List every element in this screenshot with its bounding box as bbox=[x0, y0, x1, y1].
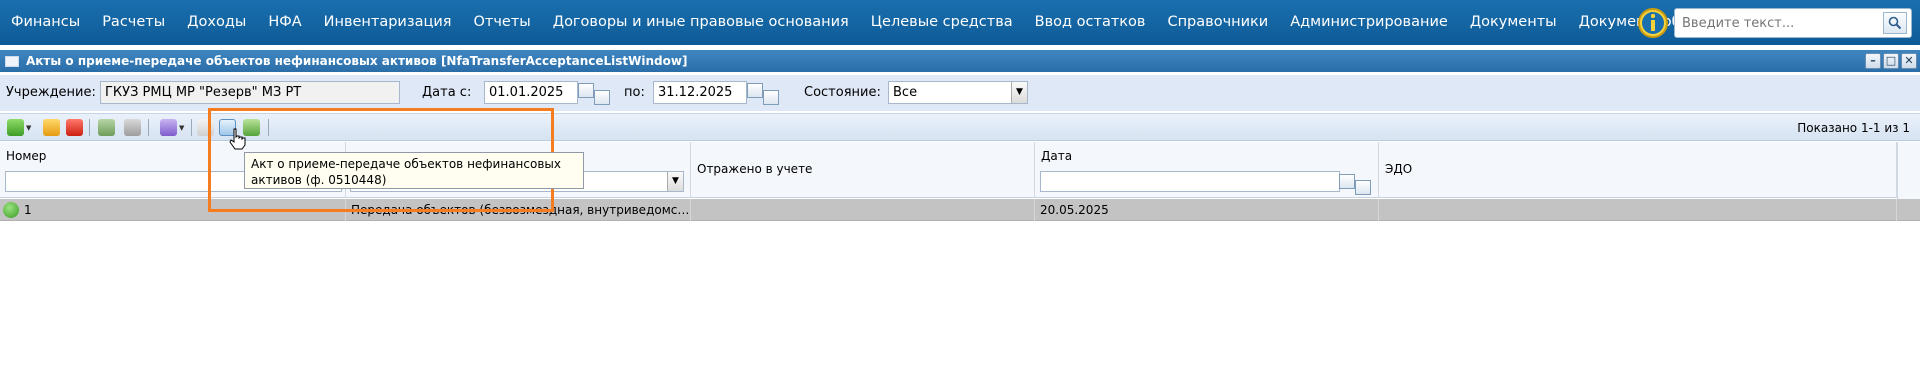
column-edo-title: ЭДО bbox=[1385, 162, 1413, 176]
chevron-down-icon[interactable]: ▼ bbox=[1011, 82, 1027, 103]
search-button[interactable] bbox=[1883, 12, 1907, 34]
nav-item-target-funds[interactable]: Целевые средства bbox=[860, 0, 1024, 45]
clear-date-icon[interactable] bbox=[594, 90, 610, 105]
maximize-button[interactable]: □ bbox=[1883, 53, 1899, 69]
nav-item-payments[interactable]: Расчеты bbox=[91, 0, 176, 45]
nav-item-income[interactable]: Доходы bbox=[176, 0, 257, 45]
date-from-label: Дата с: bbox=[422, 85, 472, 100]
window-controls: – □ ✕ bbox=[1865, 53, 1917, 69]
state-select-value: Все bbox=[893, 85, 918, 100]
grid-empty-area bbox=[0, 222, 1920, 391]
clear-date-icon[interactable] bbox=[1355, 180, 1371, 195]
nav-item-nfa[interactable]: НФА bbox=[257, 0, 312, 45]
window-icon bbox=[5, 55, 19, 67]
edit-icon[interactable] bbox=[43, 119, 60, 136]
window-header: Акты о приеме-передаче объектов нефинанс… bbox=[0, 50, 1920, 72]
nav-item-balances-input[interactable]: Ввод остатков bbox=[1024, 0, 1157, 45]
chevron-down-icon[interactable]: ▼ bbox=[179, 124, 184, 132]
hand-cursor-icon bbox=[229, 128, 246, 150]
nav-item-inventory[interactable]: Инвентаризация bbox=[313, 0, 463, 45]
delete-icon[interactable] bbox=[66, 119, 83, 136]
chevron-down-icon[interactable]: ▼ bbox=[667, 172, 683, 191]
main-menu: Финансы Расчеты Доходы НФА Инвентаризаци… bbox=[0, 0, 1727, 45]
add-icon[interactable] bbox=[7, 119, 24, 136]
toolbar-separator bbox=[148, 119, 149, 136]
nav-item-directories[interactable]: Справочники bbox=[1156, 0, 1279, 45]
toolbar-separator bbox=[89, 119, 90, 136]
actions-icon[interactable] bbox=[160, 119, 177, 136]
nav-item-finances[interactable]: Финансы bbox=[0, 0, 91, 45]
institution-field[interactable]: ГКУЗ РМЦ МР "Резерв" МЗ РТ bbox=[100, 81, 400, 104]
reflect-icon[interactable] bbox=[98, 119, 115, 136]
column-edo[interactable]: ЭДО bbox=[1379, 142, 1897, 198]
calendar-icon[interactable] bbox=[1339, 174, 1355, 189]
calendar-icon[interactable] bbox=[578, 83, 594, 98]
top-navigation-bar: Финансы Расчеты Доходы НФА Инвентаризаци… bbox=[0, 0, 1920, 45]
toolbar-separator bbox=[191, 119, 192, 136]
global-search bbox=[1674, 8, 1912, 38]
check-icon bbox=[3, 202, 19, 218]
state-label: Состояние: bbox=[804, 85, 881, 100]
info-icon[interactable] bbox=[1636, 6, 1670, 40]
date-to-label: по: bbox=[624, 85, 645, 100]
search-input[interactable] bbox=[1675, 10, 1880, 36]
chevron-down-icon[interactable]: ▼ bbox=[26, 124, 31, 132]
minimize-button[interactable]: – bbox=[1865, 53, 1881, 69]
column-date-title: Дата bbox=[1041, 149, 1073, 163]
search-icon bbox=[1888, 16, 1902, 30]
clear-date-icon[interactable] bbox=[763, 90, 779, 105]
column-reflected-title: Отражено в учете bbox=[697, 162, 813, 176]
tooltip-line-1: Акт о приеме-передаче объектов нефинансо… bbox=[251, 157, 561, 171]
column-date[interactable]: Дата bbox=[1035, 142, 1379, 198]
cell-edo bbox=[1379, 199, 1897, 221]
nav-item-documents[interactable]: Документы bbox=[1459, 0, 1568, 45]
cell-number-text: 1 bbox=[24, 203, 32, 217]
filter-bar: Учреждение: ГКУЗ РМЦ МР "Резерв" МЗ РТ Д… bbox=[0, 75, 1920, 111]
cell-reflected bbox=[691, 199, 1035, 221]
institution-label: Учреждение: bbox=[6, 85, 96, 100]
nav-item-contracts[interactable]: Договоры и иные правовые основания bbox=[542, 0, 860, 45]
window-title: Акты о приеме-передаче объектов нефинанс… bbox=[26, 54, 688, 68]
date-to-field[interactable]: 31.12.2025 bbox=[653, 81, 747, 104]
date-from-field[interactable]: 01.01.2025 bbox=[484, 81, 578, 104]
calendar-icon[interactable] bbox=[747, 83, 763, 98]
nav-item-administration[interactable]: Администрирование bbox=[1279, 0, 1459, 45]
date-filter-input[interactable] bbox=[1040, 171, 1340, 192]
tooltip: Акт о приеме-передаче объектов нефинансо… bbox=[244, 152, 584, 189]
close-button[interactable]: ✕ bbox=[1901, 53, 1917, 69]
unreflect-icon[interactable] bbox=[124, 119, 141, 136]
cell-date: 20.05.2025 bbox=[1035, 199, 1379, 221]
nav-item-reports[interactable]: Отчеты bbox=[462, 0, 541, 45]
column-reflected[interactable]: Отражено в учете bbox=[691, 142, 1035, 198]
tooltip-line-2: активов (ф. 0510448) bbox=[251, 173, 387, 187]
state-select[interactable]: Все ▼ bbox=[888, 81, 1028, 104]
column-number-title: Номер bbox=[6, 149, 47, 163]
paging-info: Показано 1-1 из 1 bbox=[1797, 121, 1910, 135]
